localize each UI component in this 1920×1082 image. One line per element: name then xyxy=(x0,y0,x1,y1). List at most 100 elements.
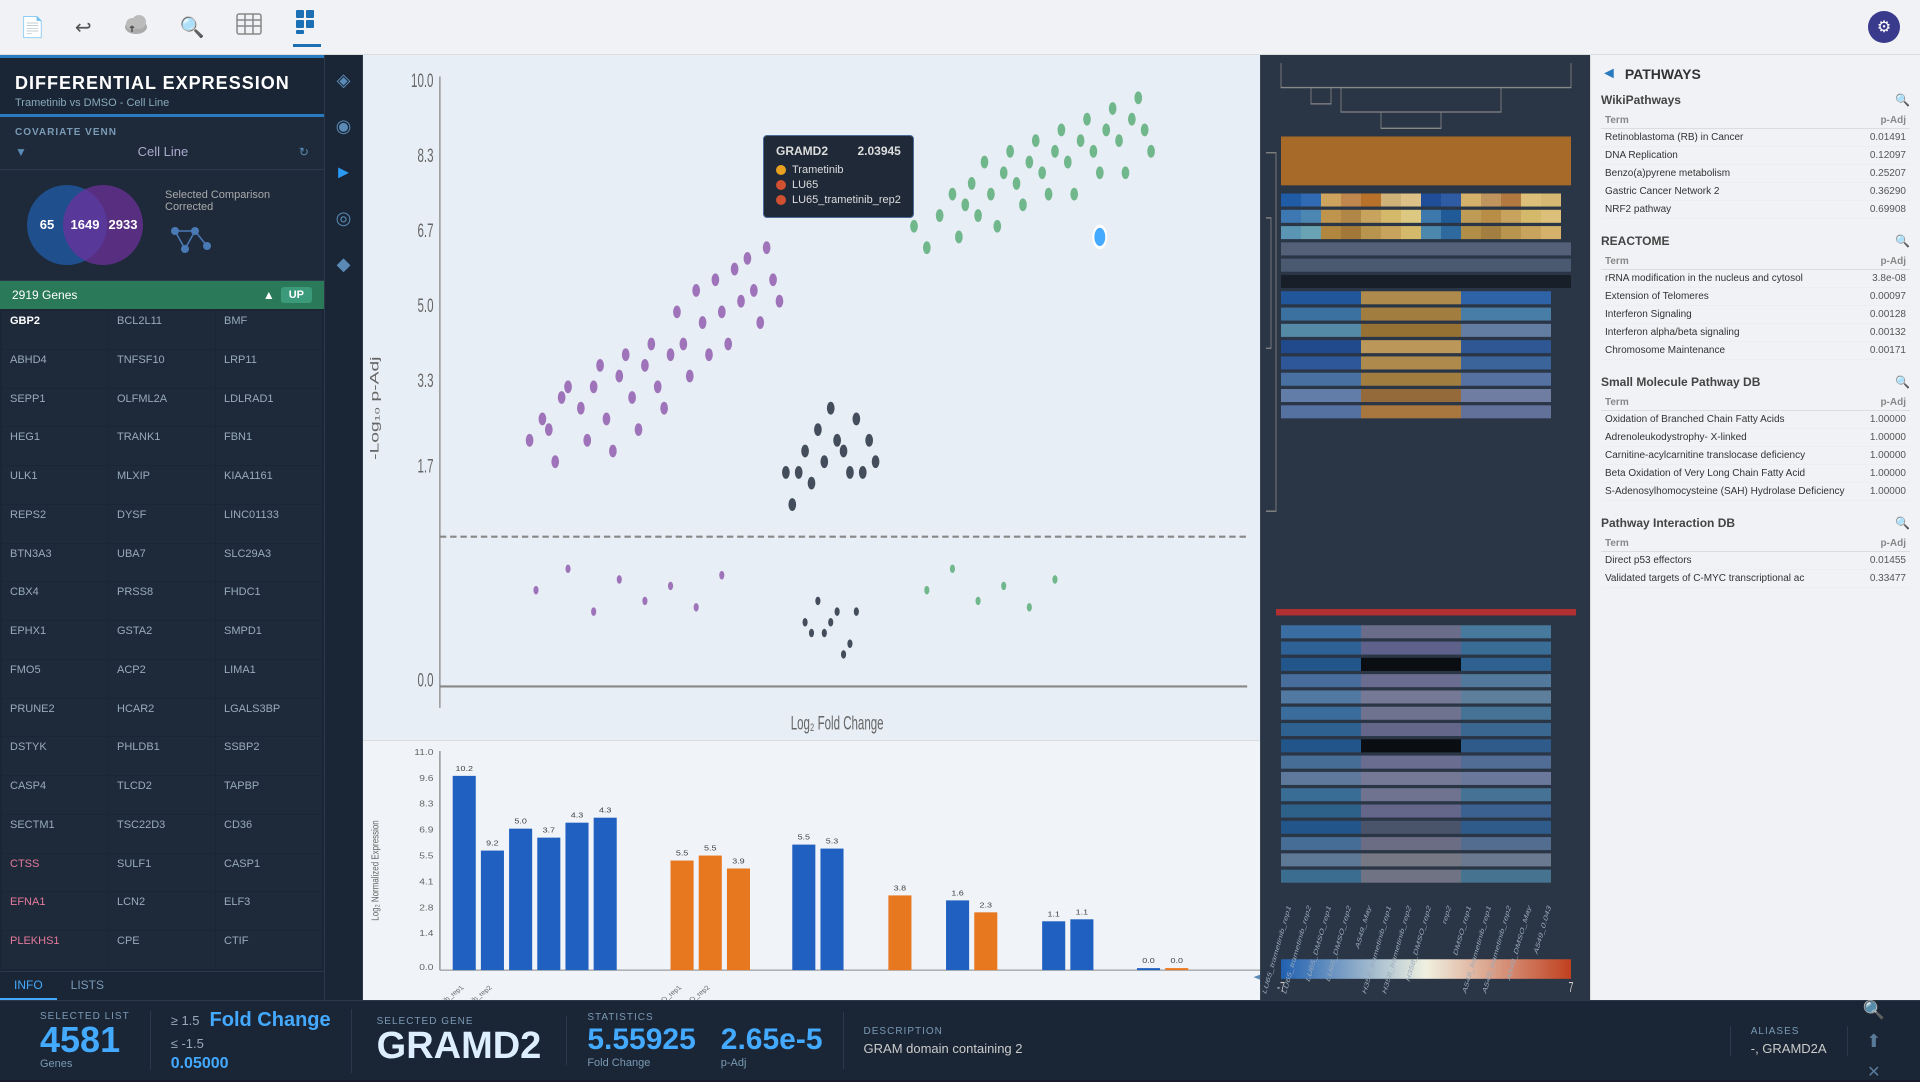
table-row[interactable]: Retinoblastoma (RB) in Cancer 0.01491 xyxy=(1601,129,1910,147)
gene-item[interactable]: ABHD4 xyxy=(2,350,108,388)
gene-item[interactable]: CASP1 xyxy=(216,854,322,892)
table-row[interactable]: Carnitine-acylcarnitine translocase defi… xyxy=(1601,447,1910,465)
wiki-search-icon[interactable]: 🔍 xyxy=(1895,93,1910,107)
toolbar-table-icon[interactable] xyxy=(235,10,263,44)
gene-item[interactable]: CPE xyxy=(109,931,215,969)
table-row[interactable]: Beta Oxidation of Very Long Chain Fatty … xyxy=(1601,465,1910,483)
highlighted-gene-dot[interactable] xyxy=(1093,226,1106,247)
heatmap-svg: -7 7 LU65_trametinib_rep1 LU65_trametini… xyxy=(1261,55,1590,1000)
gene-item[interactable]: SULF1 xyxy=(109,854,215,892)
gene-item[interactable]: BCL2L11 xyxy=(109,311,215,349)
table-row[interactable]: Benzo(a)pyrene metabolism 0.25207 xyxy=(1601,165,1910,183)
table-row[interactable]: Chromosome Maintenance 0.00171 xyxy=(1601,342,1910,360)
toolbar-grid-icon[interactable] xyxy=(293,7,321,47)
gene-item[interactable]: TNFSF10 xyxy=(109,350,215,388)
gene-item[interactable]: CTIF xyxy=(216,931,322,969)
refresh-icon[interactable]: ↻ xyxy=(299,145,309,159)
gene-item[interactable]: PHLDB1 xyxy=(109,737,215,775)
bottom-search-icon[interactable]: 🔍 xyxy=(1863,1000,1885,1021)
dropdown-arrow-icon[interactable]: ▼ xyxy=(15,145,27,159)
toolbar-cloud-icon[interactable] xyxy=(122,10,150,44)
table-row[interactable]: Extension of Telomeres 0.00097 xyxy=(1601,288,1910,306)
gene-item[interactable]: ELF3 xyxy=(216,892,322,930)
gene-item[interactable]: CD36 xyxy=(216,815,322,853)
gene-item[interactable]: PRUNE2 xyxy=(2,699,108,737)
gene-item[interactable]: CASP4 xyxy=(2,776,108,814)
side-nav-icon-5[interactable]: ◆ xyxy=(337,254,351,275)
gene-item[interactable]: TLCD2 xyxy=(109,776,215,814)
table-row[interactable]: Interferon Signaling 0.00128 xyxy=(1601,306,1910,324)
gene-item[interactable]: SMPD1 xyxy=(216,621,322,659)
padj-cell: 0.00097 xyxy=(1855,288,1910,306)
reactome-search-icon[interactable]: 🔍 xyxy=(1895,234,1910,248)
gene-item[interactable]: SLC29A3 xyxy=(216,544,322,582)
gene-item[interactable]: PRSS8 xyxy=(109,582,215,620)
gene-item[interactable]: REPS2 xyxy=(2,505,108,543)
gene-item[interactable]: KIAA1161 xyxy=(216,466,322,504)
gene-item[interactable]: MLXIP xyxy=(109,466,215,504)
side-nav-icon-2[interactable]: ◉ xyxy=(336,116,352,137)
settings-icon[interactable]: ⚙ xyxy=(1868,11,1900,43)
gene-item[interactable]: HEG1 xyxy=(2,427,108,465)
pathways-collapse-icon[interactable]: ◄ xyxy=(1601,65,1617,83)
table-row[interactable]: Direct p53 effectors 0.01455 xyxy=(1601,552,1910,570)
table-row[interactable]: Validated targets of C-MYC transcription… xyxy=(1601,570,1910,588)
gene-item[interactable]: GSTA2 xyxy=(109,621,215,659)
gene-item[interactable]: SSBP2 xyxy=(216,737,322,775)
pid-search-icon[interactable]: 🔍 xyxy=(1895,516,1910,530)
gene-item[interactable]: DYSF xyxy=(109,505,215,543)
gene-item[interactable]: ACP2 xyxy=(109,660,215,698)
volcano-plot[interactable]: 10.0 8.3 6.7 5.0 3.3 1.7 0.0 Log₂ Fold C… xyxy=(363,55,1260,740)
wiki-padj-header: p-Adj xyxy=(1838,113,1910,129)
gene-item[interactable]: EPHX1 xyxy=(2,621,108,659)
gene-item[interactable]: UBA7 xyxy=(109,544,215,582)
tab-lists[interactable]: LISTS xyxy=(57,972,118,1000)
gene-item[interactable]: FMO5 xyxy=(2,660,108,698)
bottom-close-icon[interactable]: ✕ xyxy=(1867,1062,1880,1082)
gene-item[interactable]: TAPBP xyxy=(216,776,322,814)
toolbar-document-icon[interactable]: 📄 xyxy=(20,15,45,40)
toolbar-search-icon[interactable]: 🔍 xyxy=(180,15,205,40)
gene-item[interactable]: SECTM1 xyxy=(2,815,108,853)
gene-item[interactable]: LIMA1 xyxy=(216,660,322,698)
expand-icon[interactable]: ▲ xyxy=(263,288,275,302)
gene-item[interactable]: HCAR2 xyxy=(109,699,215,737)
gene-item[interactable]: CBX4 xyxy=(2,582,108,620)
gene-item[interactable]: ULK1 xyxy=(2,466,108,504)
toolbar-undo-icon[interactable]: ↩ xyxy=(75,15,92,40)
gene-item[interactable]: LGALS3BP xyxy=(216,699,322,737)
tab-info[interactable]: INFO xyxy=(0,972,57,1000)
bottom-upload-icon[interactable]: ⬆ xyxy=(1866,1031,1881,1052)
gene-item[interactable]: BTN3A3 xyxy=(2,544,108,582)
gene-item[interactable]: TSC22D3 xyxy=(109,815,215,853)
gene-item[interactable]: DSTYK xyxy=(2,737,108,775)
gene-item[interactable]: FBN1 xyxy=(216,427,322,465)
gene-item[interactable]: LINC01133 xyxy=(216,505,322,543)
gene-item[interactable]: OLFML2A xyxy=(109,389,215,427)
side-nav-icon-3[interactable]: ► xyxy=(335,162,353,183)
table-row[interactable]: NRF2 pathway 0.69908 xyxy=(1601,201,1910,219)
table-row[interactable]: Interferon alpha/beta signaling 0.00132 xyxy=(1601,324,1910,342)
gene-item[interactable]: LRP11 xyxy=(216,350,322,388)
gene-item[interactable]: EFNA1 xyxy=(2,892,108,930)
table-row[interactable]: Gastric Cancer Network 2 0.36290 xyxy=(1601,183,1910,201)
venn-diagram[interactable]: 65 1649 2933 xyxy=(15,180,155,270)
table-row[interactable]: Adrenoleukodystrophy- X-linked 1.00000 xyxy=(1601,429,1910,447)
gene-item[interactable]: FHDC1 xyxy=(216,582,322,620)
gene-item[interactable]: CTSS xyxy=(2,854,108,892)
table-row[interactable]: S-Adenosylhomocysteine (SAH) Hydrolase D… xyxy=(1601,483,1910,501)
table-row[interactable]: DNA Replication 0.12097 xyxy=(1601,147,1910,165)
gene-item[interactable]: GBP2 xyxy=(2,311,108,349)
table-row[interactable]: rRNA modification in the nucleus and cyt… xyxy=(1601,270,1910,288)
gene-item[interactable]: BMF xyxy=(216,311,322,349)
smpdb-search-icon[interactable]: 🔍 xyxy=(1895,375,1910,389)
gene-item[interactable]: TRANK1 xyxy=(109,427,215,465)
gene-item[interactable]: LCN2 xyxy=(109,892,215,930)
side-nav-icon-1[interactable]: ◈ xyxy=(337,70,351,91)
table-row[interactable]: Oxidation of Branched Chain Fatty Acids … xyxy=(1601,411,1910,429)
gene-item[interactable]: SEPP1 xyxy=(2,389,108,427)
side-nav-icon-4[interactable]: ◎ xyxy=(336,208,352,229)
gene-item[interactable]: PLEKHS1 xyxy=(2,931,108,969)
venn-network-icon[interactable] xyxy=(165,221,215,256)
gene-item[interactable]: LDLRAD1 xyxy=(216,389,322,427)
